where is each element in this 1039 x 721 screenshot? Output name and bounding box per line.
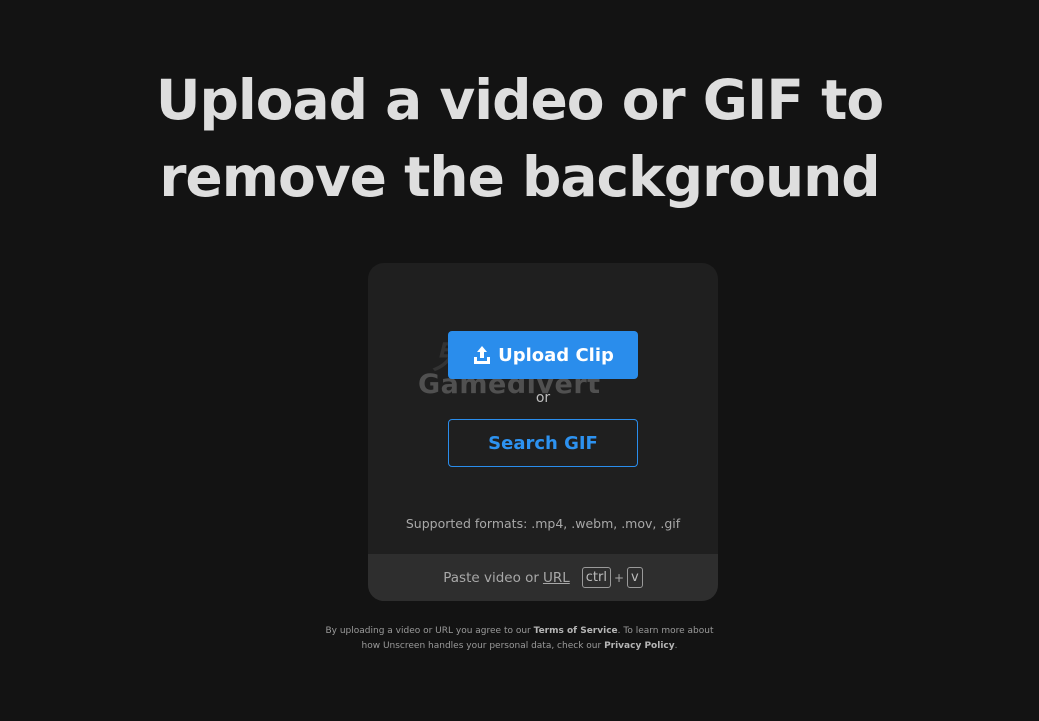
legal-line-2: how Unscreen handles your personal data,… [0, 639, 1039, 654]
legal-line-1: By uploading a video or URL you agree to… [0, 624, 1039, 639]
search-gif-button[interactable]: Search GIF [448, 419, 638, 467]
key-plus: + [613, 570, 625, 585]
page-headline: Upload a video or GIF to remove the back… [0, 62, 1039, 216]
upload-card: 鬼谷魅影 Gamedivert Upload Clip or Search GI… [368, 263, 718, 601]
legal-text-3: how Unscreen handles your personal data,… [361, 641, 602, 651]
upload-icon [472, 345, 492, 365]
paste-prefix-text: Paste video or [443, 569, 539, 586]
legal-text-4: . [674, 641, 678, 651]
privacy-policy-link[interactable]: Privacy Policy [604, 641, 675, 651]
terms-of-service-link[interactable]: Terms of Service [534, 626, 618, 636]
paste-bar[interactable]: Paste video or URL ctrl + v [368, 554, 718, 601]
legal-notice: By uploading a video or URL you agree to… [0, 624, 1039, 654]
v-key-hint: v [627, 567, 643, 588]
or-separator: or [535, 390, 551, 406]
ctrl-key-hint: ctrl [581, 567, 611, 588]
legal-text-2: . To learn more about [617, 626, 714, 636]
upload-clip-label: Upload Clip [498, 344, 614, 366]
supported-formats-text: Supported formats: .mp4, .webm, .mov, .g… [405, 516, 681, 531]
legal-text-1: By uploading a video or URL you agree to… [325, 626, 531, 636]
headline-line-1: Upload a video or GIF to [155, 68, 884, 132]
paste-url-link[interactable]: URL [543, 570, 570, 586]
headline-line-2: remove the background [159, 145, 880, 209]
upload-clip-button[interactable]: Upload Clip [448, 331, 638, 379]
